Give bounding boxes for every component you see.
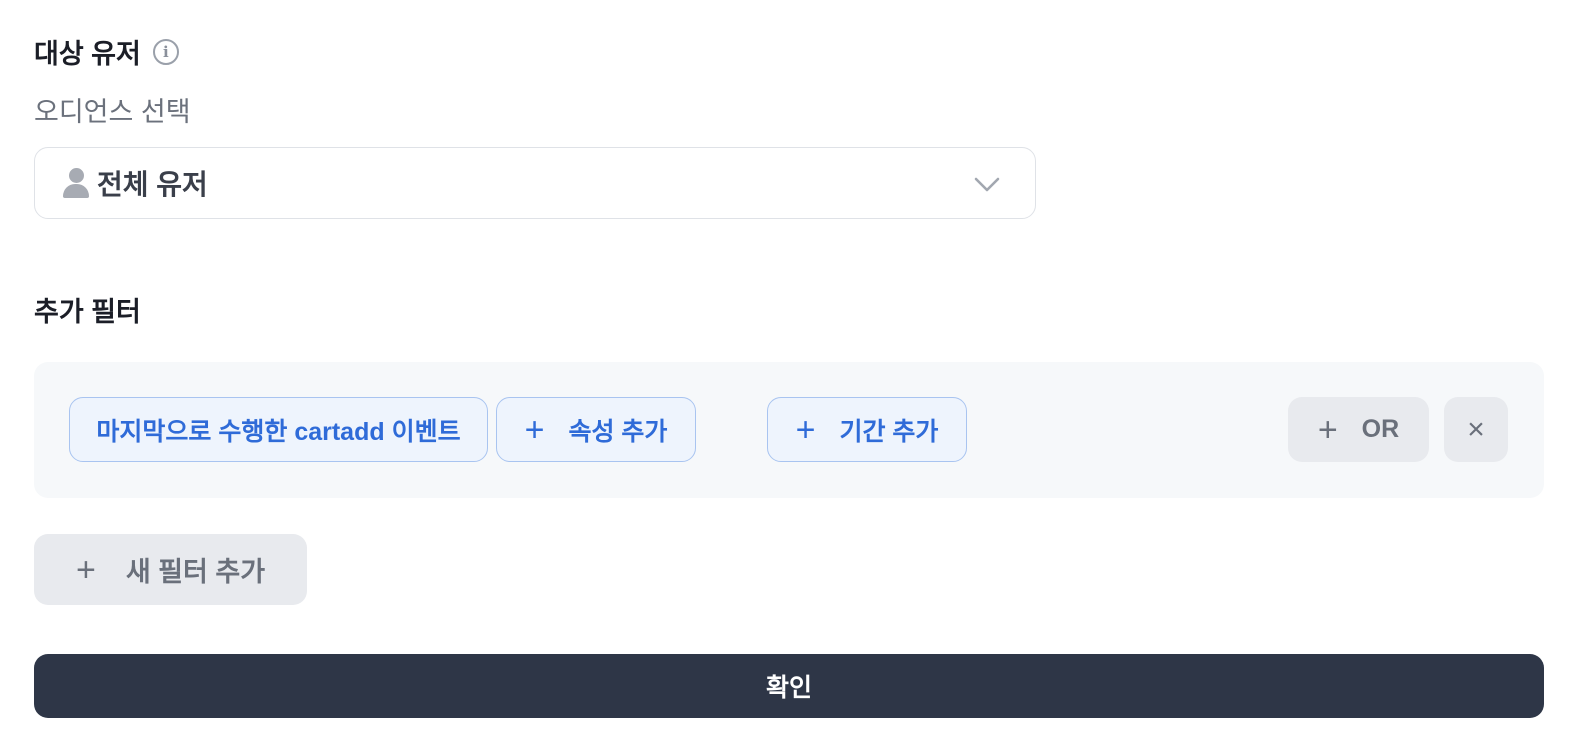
add-or-condition-button[interactable]: + OR xyxy=(1288,397,1429,462)
target-users-title: 대상 유저 xyxy=(34,39,141,69)
close-icon: × xyxy=(1467,412,1485,446)
add-period-button[interactable]: + 기간 추가 xyxy=(767,397,967,462)
event-filter-chip[interactable]: 마지막으로 수행한 cartadd 이벤트 xyxy=(69,397,488,462)
or-label: OR xyxy=(1361,415,1400,443)
user-icon xyxy=(63,168,89,198)
audience-select-value: 전체 유저 xyxy=(97,169,208,200)
info-icon[interactable]: i xyxy=(152,38,179,65)
audience-settings-page: 대상 유저 i 오디언스 선택 전체 유저 추가 필터 마지막으로 수행한 ca… xyxy=(0,0,1578,756)
plus-icon: + xyxy=(1317,410,1338,449)
plus-icon: + xyxy=(75,550,96,589)
add-period-label: 기간 추가 xyxy=(839,417,939,446)
plus-icon: + xyxy=(795,410,816,449)
target-users-heading: 대상 유저 i xyxy=(34,32,179,71)
chevron-down-icon xyxy=(974,177,1000,192)
audience-select[interactable]: 전체 유저 xyxy=(34,147,1036,219)
remove-filter-button[interactable]: × xyxy=(1444,397,1508,462)
add-attribute-label: 속성 추가 xyxy=(568,417,668,446)
audience-select-label: 오디언스 선택 xyxy=(34,97,191,127)
confirm-button[interactable]: 확인 xyxy=(34,654,1544,718)
additional-filter-title: 추가 필터 xyxy=(34,297,141,327)
add-attribute-button[interactable]: + 속성 추가 xyxy=(496,397,696,462)
plus-icon: + xyxy=(524,410,545,449)
add-new-filter-button[interactable]: + 새 필터 추가 xyxy=(34,534,307,605)
add-new-filter-label: 새 필터 추가 xyxy=(125,557,266,587)
filter-row-panel: 마지막으로 수행한 cartadd 이벤트 + 속성 추가 + 기간 추가 + … xyxy=(34,362,1544,498)
